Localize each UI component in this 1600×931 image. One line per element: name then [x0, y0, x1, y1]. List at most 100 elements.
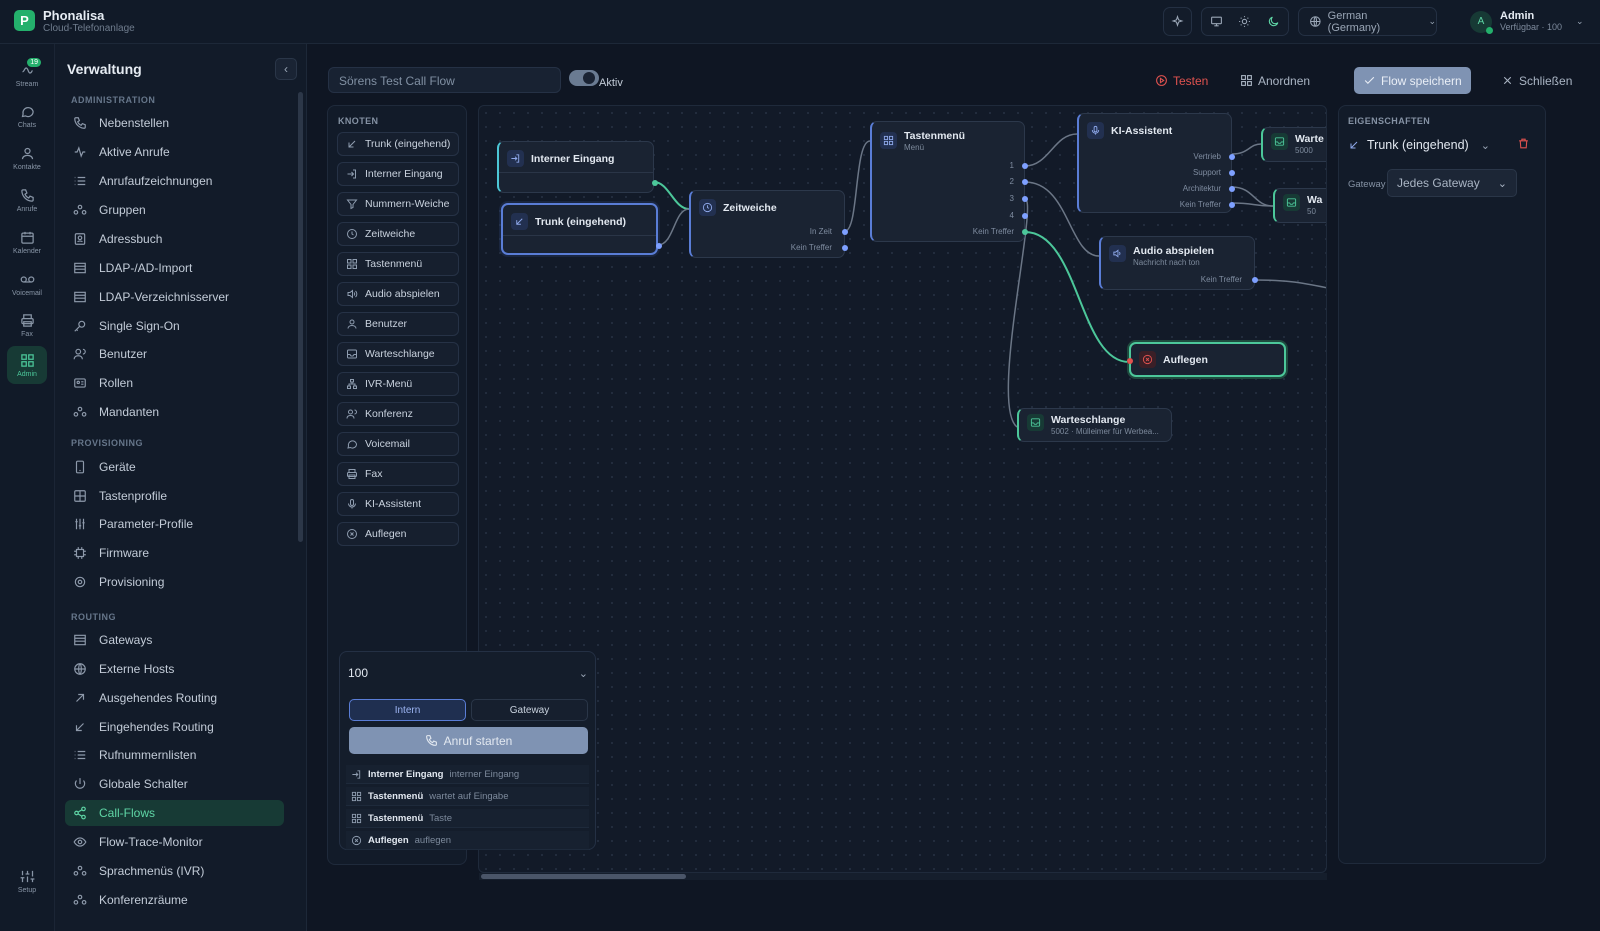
- chip-icon: [74, 547, 86, 559]
- arrange-button[interactable]: Anordnen: [1231, 67, 1319, 94]
- sidebar-item-ldap-import[interactable]: LDAP-/AD-Import: [65, 255, 284, 281]
- sidebar-item-provisioning[interactable]: Provisioning: [65, 569, 284, 595]
- rail-admin[interactable]: Admin: [7, 346, 47, 384]
- output-port[interactable]: [1229, 186, 1235, 192]
- node-play-audio[interactable]: Audio abspielen Nachricht nach ton Kein T…: [1099, 236, 1258, 290]
- sidebar-item-gruppen[interactable]: Gruppen: [65, 197, 284, 223]
- sidebar-scrollbar[interactable]: [298, 92, 303, 542]
- palette-item-hangup[interactable]: Auflegen: [337, 522, 459, 546]
- active-toggle[interactable]: [569, 70, 599, 86]
- node-hangup-active[interactable]: Auflegen: [1127, 342, 1286, 377]
- rail-setup[interactable]: Setup: [7, 862, 47, 900]
- output-port[interactable]: [1229, 154, 1235, 160]
- output-port[interactable]: [652, 180, 658, 186]
- input-port[interactable]: [1127, 358, 1133, 364]
- inbox-icon: [1027, 414, 1044, 431]
- sidebar-item-mandanten[interactable]: Mandanten: [65, 399, 284, 425]
- palette-item-ai-assistant[interactable]: KI-Assistent: [337, 492, 459, 516]
- node-queue-cut-1[interactable]: Warte 5000: [1261, 127, 1326, 162]
- gateway-select[interactable]: Jedes Gateway ⌄: [1387, 169, 1517, 197]
- language-select[interactable]: German (Germany) ⌄: [1298, 7, 1437, 36]
- sidebar-item-ivr[interactable]: Sprachmenüs (IVR): [65, 858, 284, 884]
- palette-item-time-switch[interactable]: Zeitweiche: [337, 222, 459, 246]
- tab-intern[interactable]: Intern: [349, 699, 466, 721]
- palette-item-queue[interactable]: Warteschlange: [337, 342, 459, 366]
- canvas-horizontal-scrollbar[interactable]: [479, 873, 1327, 880]
- palette-item-conference[interactable]: Konferenz: [337, 402, 459, 426]
- flow-name-input[interactable]: Sörens Test Call Flow: [328, 67, 561, 93]
- rail-chats[interactable]: Chats: [7, 97, 47, 135]
- sun-icon[interactable]: [1238, 15, 1251, 28]
- sidebar-item-rollen[interactable]: Rollen: [65, 370, 284, 396]
- palette-item-play-audio[interactable]: Audio abspielen: [337, 282, 459, 306]
- rail-calls[interactable]: Anrufe: [7, 181, 47, 219]
- monitor-icon[interactable]: [1210, 15, 1223, 28]
- node-ai-assistant[interactable]: KI-Assistent Vertrieb Support Architektu…: [1077, 113, 1235, 213]
- sidebar-item-parameter-profile[interactable]: Parameter-Profile: [65, 511, 284, 537]
- palette-item-key-menu[interactable]: Tastenmenü: [337, 252, 459, 276]
- output-port[interactable]: [1022, 229, 1028, 235]
- number-select[interactable]: 100 ⌄: [348, 664, 588, 682]
- sidebar-item-adressbuch[interactable]: Adressbuch: [65, 226, 284, 252]
- node-queue-cut-2[interactable]: Wa 50: [1273, 188, 1326, 223]
- sidebar-item-firmware[interactable]: Firmware: [65, 540, 284, 566]
- sidebar-item-anrufaufzeichnungen[interactable]: Anrufaufzeichnungen: [65, 168, 284, 194]
- scroll-thumb[interactable]: [481, 874, 686, 879]
- output-port[interactable]: [1229, 202, 1235, 208]
- output-port[interactable]: [1022, 196, 1028, 202]
- flow-canvas[interactable]: Interner Eingang Trunk (eingehend) Zeitw…: [478, 105, 1327, 873]
- rail-fax[interactable]: Fax: [7, 306, 47, 344]
- node-trunk-selected[interactable]: Trunk (eingehend): [501, 203, 662, 255]
- palette-item-ivr-menu[interactable]: IVR-Menü: [337, 372, 459, 396]
- save-flow-button[interactable]: Flow speichern: [1354, 67, 1471, 94]
- sidebar-item-konferenzraeume[interactable]: Konferenzräume: [65, 887, 284, 913]
- node-internal-entry[interactable]: Interner Eingang: [497, 141, 658, 193]
- node-time-switch[interactable]: Zeitweiche In Zeit Kein Treffer: [689, 190, 848, 258]
- sidebar-item-externe-hosts[interactable]: Externe Hosts: [65, 656, 284, 682]
- rail-stream[interactable]: 19 Stream: [7, 56, 47, 94]
- output-port[interactable]: [1252, 277, 1258, 283]
- sidebar-item-nebenstellen[interactable]: Nebenstellen: [65, 110, 284, 136]
- rail-contacts[interactable]: Kontakte: [7, 139, 47, 177]
- output-port[interactable]: [842, 245, 848, 251]
- palette-item-voicemail[interactable]: Voicemail: [337, 432, 459, 456]
- node-key-menu[interactable]: Tastenmenü Menü 1 2 3 4 Kein Treffer: [870, 121, 1028, 242]
- properties-node-header[interactable]: Trunk (eingehend) ⌄: [1348, 138, 1490, 152]
- output-port[interactable]: [1229, 170, 1235, 176]
- test-button[interactable]: Testen: [1146, 67, 1217, 94]
- user-menu[interactable]: A Admin Verfügbar · 100 ⌄: [1462, 7, 1587, 36]
- sidebar-collapse-button[interactable]: ‹: [275, 58, 297, 80]
- sidebar-item-gateways[interactable]: Gateways: [65, 627, 284, 653]
- close-button[interactable]: Schließen: [1492, 67, 1581, 94]
- sidebar-item-ausgehendes-routing[interactable]: Ausgehendes Routing: [65, 685, 284, 711]
- tab-gateway[interactable]: Gateway: [471, 699, 588, 721]
- output-port[interactable]: [1022, 213, 1028, 219]
- palette-item-internal-entry[interactable]: Interner Eingang: [337, 162, 459, 186]
- output-port[interactable]: [656, 243, 662, 249]
- sidebar-item-benutzer[interactable]: Benutzer: [65, 341, 284, 367]
- rail-voicemail[interactable]: Voicemail: [7, 265, 47, 303]
- sidebar-item-eingehendes-routing[interactable]: Eingehendes Routing: [65, 714, 284, 740]
- output-port[interactable]: [842, 229, 848, 235]
- sidebar-item-sso[interactable]: Single Sign-On: [65, 313, 284, 339]
- sidebar-item-ldap-server[interactable]: LDAP-Verzeichnisserver: [65, 284, 284, 310]
- sidebar-item-aktive-anrufe[interactable]: Aktive Anrufe: [65, 139, 284, 165]
- palette-item-trunk[interactable]: Trunk (eingehend): [337, 132, 459, 156]
- rail-calendar[interactable]: Kalender: [7, 223, 47, 261]
- sidebar-item-geraete[interactable]: Geräte: [65, 454, 284, 480]
- start-call-button[interactable]: Anruf starten: [349, 727, 588, 754]
- node-queue[interactable]: Warteschlange 5002 · Mülleimer für Werbea…: [1017, 408, 1172, 442]
- sidebar-item-tastenprofile[interactable]: Tastenprofile: [65, 483, 284, 509]
- delete-node-button[interactable]: [1517, 137, 1530, 155]
- palette-item-fax[interactable]: Fax: [337, 462, 459, 486]
- sidebar-item-call-flows[interactable]: Call-Flows: [65, 800, 284, 826]
- sidebar-item-rufnummernlisten[interactable]: Rufnummernlisten: [65, 742, 284, 768]
- ai-sparkle-button[interactable]: [1163, 7, 1192, 36]
- output-port[interactable]: [1022, 179, 1028, 185]
- palette-item-number-switch[interactable]: Nummern-Weiche: [337, 192, 459, 216]
- moon-icon[interactable]: [1267, 15, 1280, 28]
- output-port[interactable]: [1022, 163, 1028, 169]
- sidebar-item-globale-schalter[interactable]: Globale Schalter: [65, 771, 284, 797]
- sidebar-item-flow-trace-monitor[interactable]: Flow-Trace-Monitor: [65, 829, 284, 855]
- palette-item-user[interactable]: Benutzer: [337, 312, 459, 336]
